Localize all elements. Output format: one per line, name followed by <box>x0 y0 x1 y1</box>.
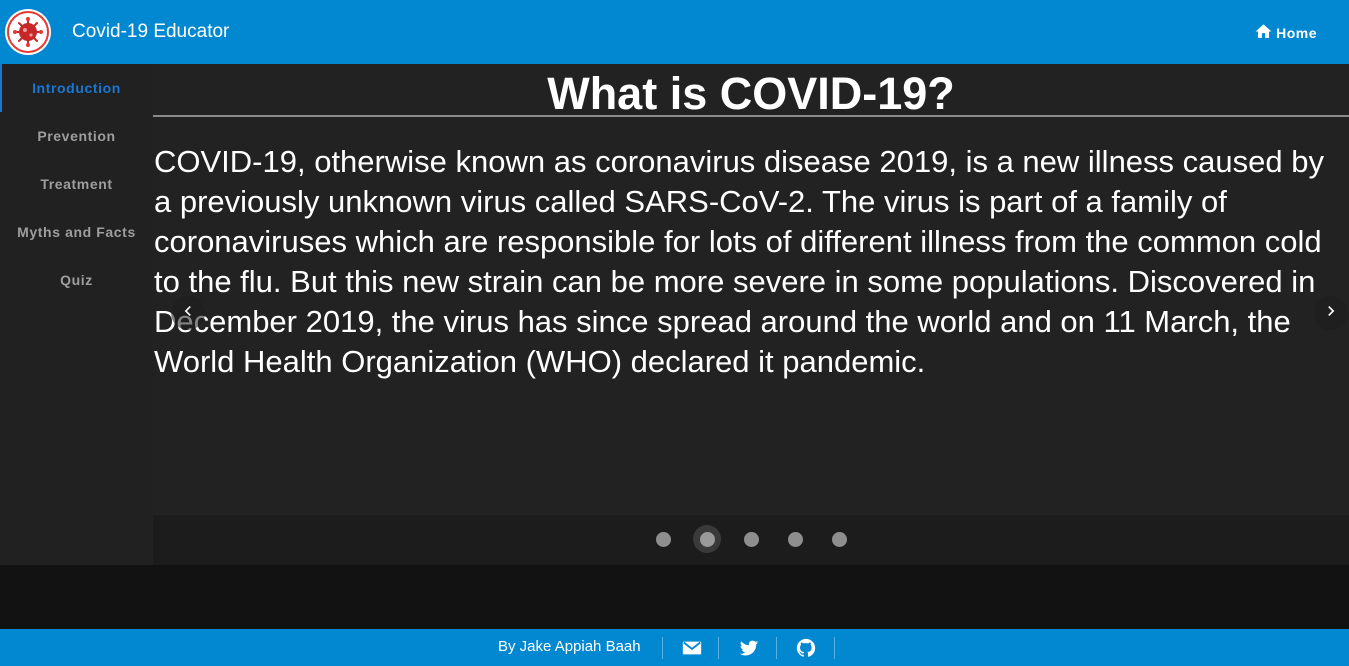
virus-logo-icon <box>4 8 52 56</box>
dot-marker <box>831 531 847 547</box>
home-icon <box>1254 22 1273 44</box>
carousel-dot[interactable] <box>737 525 765 553</box>
footer-divider <box>662 637 663 659</box>
carousel-slide: What is COVID-19? COVID-19, otherwise kn… <box>153 64 1349 515</box>
dot-marker <box>655 531 671 547</box>
sidebar-item-label: Myths and Facts <box>17 224 136 240</box>
home-button[interactable]: Home <box>1254 22 1317 44</box>
carousel-dot[interactable] <box>781 525 809 553</box>
sidebar-item-label: Introduction <box>32 80 121 96</box>
dot-marker <box>787 531 803 547</box>
mail-icon[interactable] <box>681 637 703 659</box>
carousel-dot[interactable] <box>825 525 853 553</box>
app-title: Covid-19 Educator <box>72 21 230 42</box>
sidebar-nav: Introduction Prevention Treatment Myths … <box>0 64 153 565</box>
app-bar: Covid-19 Educator Home <box>0 0 1349 64</box>
sidebar-item-prevention[interactable]: Prevention <box>0 112 153 160</box>
home-label: Home <box>1276 25 1317 41</box>
carousel-pagination <box>153 515 1349 565</box>
previous-slide-button[interactable] <box>171 296 205 330</box>
footer-divider <box>718 637 719 659</box>
sidebar-item-quiz[interactable]: Quiz <box>0 256 153 304</box>
carousel-dot[interactable] <box>649 525 677 553</box>
slide-body-text: COVID-19, otherwise known as coronavirus… <box>154 144 1324 379</box>
next-slide-button[interactable] <box>1314 296 1348 330</box>
sidebar-item-treatment[interactable]: Treatment <box>0 160 153 208</box>
github-icon[interactable] <box>795 637 817 659</box>
title-divider <box>153 115 1349 117</box>
twitter-icon[interactable] <box>738 637 760 659</box>
sidebar-item-label: Prevention <box>37 128 116 144</box>
dot-marker <box>699 531 715 547</box>
footer-divider <box>776 637 777 659</box>
chevron-left-icon <box>178 301 198 326</box>
footer-divider <box>834 637 835 659</box>
sidebar-item-label: Quiz <box>60 272 93 288</box>
chevron-right-icon <box>1321 301 1341 326</box>
carousel-dot-active[interactable] <box>693 525 721 553</box>
sidebar-item-label: Treatment <box>40 176 113 192</box>
footer: By Jake Appiah Baah <box>0 629 1349 666</box>
footer-credit: By Jake Appiah Baah <box>498 638 641 655</box>
sidebar-item-introduction[interactable]: Introduction <box>0 64 153 112</box>
slide-title: What is COVID-19? <box>547 68 955 119</box>
sidebar-item-myths-and-facts[interactable]: Myths and Facts <box>0 208 153 256</box>
dot-marker <box>743 531 759 547</box>
